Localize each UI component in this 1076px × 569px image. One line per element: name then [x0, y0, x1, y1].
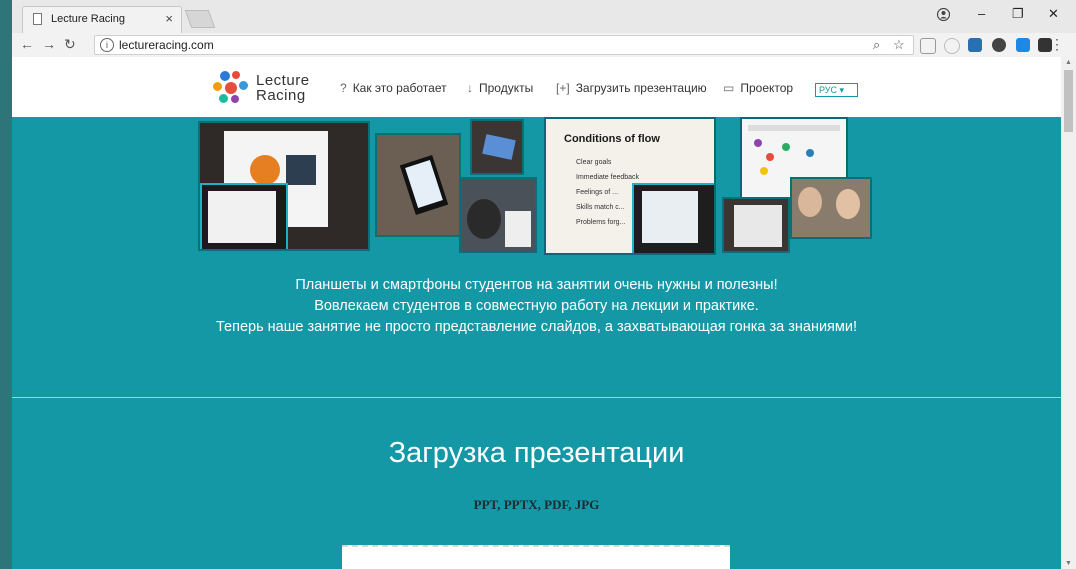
- tablet-photo: [198, 121, 370, 251]
- browser-chrome: Lecture Racing × – ❐ ✕ ← → ↻ i lecturera…: [12, 0, 1076, 57]
- tab-bar: Lecture Racing × – ❐ ✕: [12, 0, 1076, 33]
- section-divider: [12, 397, 1061, 398]
- restore-button[interactable]: ❐: [1012, 6, 1024, 22]
- tab-close-icon[interactable]: ×: [165, 11, 173, 26]
- extension-icon[interactable]: [920, 38, 936, 54]
- url-text: lectureracing.com: [119, 38, 214, 52]
- tagline-line-1: Планшеты и смартфоны студентов на заняти…: [295, 277, 778, 293]
- nav-products[interactable]: ↓ Продукты: [467, 81, 533, 95]
- page-icon: [33, 13, 42, 25]
- new-tab-button[interactable]: [184, 10, 216, 28]
- upload-heading: Загрузка презентации: [388, 437, 685, 469]
- scrollbar-thumb[interactable]: [1064, 70, 1073, 132]
- profile-icon[interactable]: [937, 8, 950, 21]
- upload-icon: [+]: [556, 81, 570, 95]
- extension-icon[interactable]: [944, 38, 960, 54]
- close-window-button[interactable]: ✕: [1048, 6, 1059, 22]
- site-header: Lecture Racing ? Как это работает ↓ Продук…: [12, 57, 1061, 117]
- upload-dropzone[interactable]: [342, 545, 730, 569]
- zoom-icon[interactable]: ⌕: [873, 37, 880, 53]
- extension-icon[interactable]: [968, 38, 982, 52]
- toolbar: ← → ↻ i lectureracing.com ⌕ ☆ ⋮: [12, 33, 1076, 57]
- logo-text: Lecture Racing: [256, 72, 310, 104]
- nav-upload[interactable]: [+] Загрузить презентацию: [556, 81, 707, 95]
- tab-title: Lecture Racing: [51, 13, 125, 25]
- browser-tab[interactable]: Lecture Racing ×: [22, 6, 182, 33]
- projector-icon: ▭: [723, 81, 735, 95]
- supported-formats: PPT, PPTX, PDF, JPG: [473, 497, 600, 512]
- forward-icon[interactable]: →: [42, 36, 56, 52]
- page-viewport: Lecture Racing ? Как это работает ↓ Продук…: [12, 57, 1061, 569]
- slide-photo: Conditions of flow Clear goals Immediate…: [544, 117, 716, 255]
- phone-hands-photo: [470, 119, 524, 175]
- page-scrollbar[interactable]: ▲ ▼: [1061, 57, 1076, 569]
- tagline-line-2: Вовлекаем студентов в совместную работу …: [314, 298, 759, 314]
- minimize-button[interactable]: –: [978, 6, 985, 21]
- extension-icon[interactable]: [992, 38, 1006, 52]
- tablet-hands-photo: [722, 197, 790, 253]
- address-bar[interactable]: i lectureracing.com ⌕ ☆: [94, 35, 914, 55]
- language-select[interactable]: РУС ▾: [815, 83, 858, 97]
- student-photo: [459, 177, 537, 253]
- scroll-up-icon: ▲: [1065, 59, 1072, 66]
- info-icon[interactable]: i: [100, 38, 114, 52]
- nav-projector[interactable]: ▭ Проектор: [723, 81, 793, 95]
- tagline-line-3: Теперь наше занятие не просто представле…: [215, 319, 858, 335]
- bookmark-star-icon[interactable]: ☆: [893, 37, 905, 53]
- extension-icon[interactable]: [1016, 38, 1030, 52]
- arrow-down-icon: ↓: [467, 81, 473, 95]
- students-photo: [790, 177, 872, 239]
- reload-icon[interactable]: ↻: [64, 36, 76, 53]
- smartphone-photo: [375, 133, 461, 237]
- question-icon: ?: [340, 81, 347, 95]
- back-icon[interactable]: ←: [20, 36, 34, 52]
- logo-dots-icon: [212, 69, 252, 109]
- menu-icon[interactable]: ⋮: [1050, 36, 1064, 53]
- nav-how-it-works[interactable]: ? Как это работает: [340, 81, 447, 95]
- scroll-down-icon: ▼: [1065, 560, 1072, 567]
